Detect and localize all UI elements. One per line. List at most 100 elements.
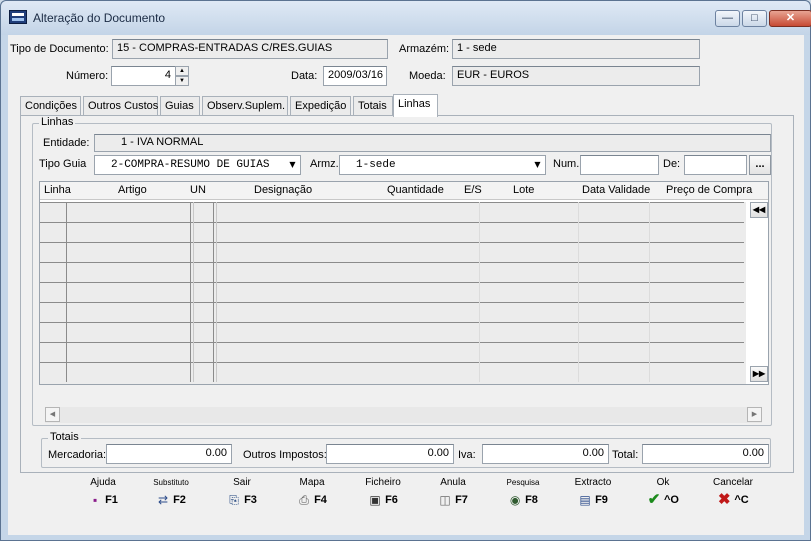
tab-observ-suplem[interactable]: Observ.Suplem. (202, 96, 288, 116)
exit-label: Sair (233, 477, 251, 488)
column-separator (578, 202, 579, 382)
pesquisa-button[interactable]: Pesquisa ◉ F8 (488, 477, 558, 508)
help-button[interactable]: Ajuda ▪ F1 (68, 477, 138, 508)
maximize-button[interactable]: □ (742, 10, 767, 27)
column-header-data-validade[interactable]: Data Validade (582, 184, 650, 196)
horizontal-scrollbar[interactable]: ◀ ▶ (45, 407, 762, 423)
cross-icon: ✖ (718, 491, 731, 508)
row-separator (40, 302, 744, 303)
armz-label: Armz. (310, 158, 339, 170)
armazem-label: Armazém: (399, 43, 450, 55)
replace-icon: ⇄ (158, 493, 169, 507)
tab-guias[interactable]: Guias (160, 96, 200, 116)
extracto-button[interactable]: Extracto ▤ F9 (558, 477, 628, 508)
numero-input[interactable]: 4 (111, 66, 176, 86)
document-form: Tipo de Documento: 15 - COMPRAS-ENTRADAS… (8, 35, 804, 535)
tipo-guia-label: Tipo Guia (39, 158, 87, 170)
outros-impostos-field: 0.00 (326, 444, 454, 464)
de-label: De: (663, 158, 681, 170)
extracto-key: F9 (595, 494, 608, 506)
row-separator (40, 262, 744, 263)
anula-button[interactable]: Anula ◫ F7 (418, 477, 488, 508)
scroll-right-arrow-icon[interactable]: ▶ (747, 407, 762, 422)
book-icon: ▪ (92, 493, 98, 507)
anula-key: F7 (455, 494, 468, 506)
chevron-down-icon[interactable]: ▼ (530, 156, 545, 174)
scroll-left-arrow-icon[interactable]: ◀ (45, 407, 60, 422)
row-separator (40, 222, 744, 223)
tab-condicoes[interactable]: Condições (20, 96, 81, 116)
ficheiro-button[interactable]: Ficheiro ▣ F6 (348, 477, 418, 508)
column-header-es[interactable]: E/S (464, 184, 482, 196)
column-separator (216, 202, 217, 382)
num-input[interactable] (580, 155, 659, 175)
armazem-field: 1 - sede (452, 39, 700, 59)
column-separator (66, 202, 67, 382)
column-separator (213, 202, 214, 382)
exit-button[interactable]: Sair ⎘ F3 (207, 477, 277, 508)
data-input[interactable]: 2009/03/16 (323, 66, 387, 86)
total-field: 0.00 (642, 444, 769, 464)
column-header-linha[interactable]: Linha (44, 184, 71, 196)
checkmark-icon: ✔ (647, 491, 661, 508)
column-header-preco-compra[interactable]: Preço de Compra (666, 184, 752, 196)
ok-key: ^O (664, 494, 679, 506)
mercadoria-label: Mercadoria: (48, 449, 107, 461)
column-separator (190, 202, 191, 382)
tab-expedicao[interactable]: Expedição (290, 96, 351, 116)
mapa-button[interactable]: Mapa ⎙ F4 (277, 477, 347, 508)
cancel-key: ^C (734, 494, 749, 506)
numero-spin-down-icon[interactable]: ▼ (175, 76, 189, 86)
save-disk-icon: ▣ (369, 493, 381, 507)
armz-select[interactable]: 1-sede ▼ (339, 155, 546, 175)
substituto-label: Substituto (153, 478, 189, 487)
ficheiro-label: Ficheiro (365, 477, 401, 488)
substituto-button[interactable]: Substituto ⇄ F2 (136, 477, 206, 508)
column-header-designacao[interactable]: Designação (254, 184, 312, 196)
grid-nav-bar: ◀◀ ▶▶ (748, 202, 768, 384)
scroll-right-fast-icon[interactable]: ▶▶ (750, 366, 768, 382)
moeda-label: Moeda: (409, 70, 446, 82)
exit-door-icon: ⎘ (229, 493, 239, 507)
moeda-field: EUR - EUROS (452, 66, 700, 86)
help-key: F1 (105, 494, 118, 506)
tipo-documento-label: Tipo de Documento: (10, 43, 109, 55)
close-button[interactable]: ✕ (769, 10, 811, 27)
binoculars-icon: ◉ (509, 493, 521, 507)
armz-value: 1-sede (356, 159, 396, 171)
numero-label: Número: (66, 70, 109, 82)
ok-button[interactable]: Ok ✔ ^O (628, 477, 698, 508)
ficheiro-key: F6 (385, 494, 398, 506)
tipo-guia-select[interactable]: 2-COMPRA-RESUMO DE GUIAS ▼ (94, 155, 301, 175)
row-separator (40, 202, 744, 203)
title-bar[interactable]: Alteração do Documento — □ ✕ (1, 1, 811, 35)
column-header-lote[interactable]: Lote (513, 184, 534, 196)
lines-grid[interactable]: Linha Artigo UN Designação Quantidade E/… (39, 181, 769, 385)
application-icon (9, 10, 27, 24)
tab-outros-custos[interactable]: Outros Custos (83, 96, 158, 116)
column-header-un[interactable]: UN (190, 184, 206, 196)
pesquisa-key: F8 (525, 494, 538, 506)
row-separator (40, 342, 744, 343)
tab-totais[interactable]: Totais (353, 96, 393, 116)
chevron-down-icon[interactable]: ▼ (285, 156, 300, 174)
mercadoria-field: 0.00 (106, 444, 232, 464)
application-window: Alteração do Documento — □ ✕ Tipo de Doc… (0, 0, 811, 541)
scroll-left-fast-icon[interactable]: ◀◀ (750, 202, 768, 218)
browse-button[interactable]: ... (749, 155, 771, 175)
window-title: Alteração do Documento (33, 11, 166, 25)
tab-linhas[interactable]: Linhas (393, 94, 438, 117)
column-header-artigo[interactable]: Artigo (118, 184, 147, 196)
column-header-quantidade[interactable]: Quantidade (387, 184, 444, 196)
function-key-bar: Ajuda ▪ F1 Substituto ⇄ F2 Sair ⎘ F3 Mapa ⎙… (1, 477, 811, 527)
de-input[interactable] (684, 155, 747, 175)
extracto-label: Extracto (574, 477, 612, 488)
numero-spin-up-icon[interactable]: ▲ (175, 66, 189, 76)
exit-key: F3 (244, 494, 257, 506)
minimize-button[interactable]: — (715, 10, 740, 27)
iva-label: Iva: (458, 449, 476, 461)
row-separator (40, 242, 744, 243)
grid-rows[interactable] (40, 202, 746, 384)
cancel-button[interactable]: Cancelar ✖ ^C (698, 477, 768, 508)
totais-group-title: Totais (48, 431, 81, 443)
